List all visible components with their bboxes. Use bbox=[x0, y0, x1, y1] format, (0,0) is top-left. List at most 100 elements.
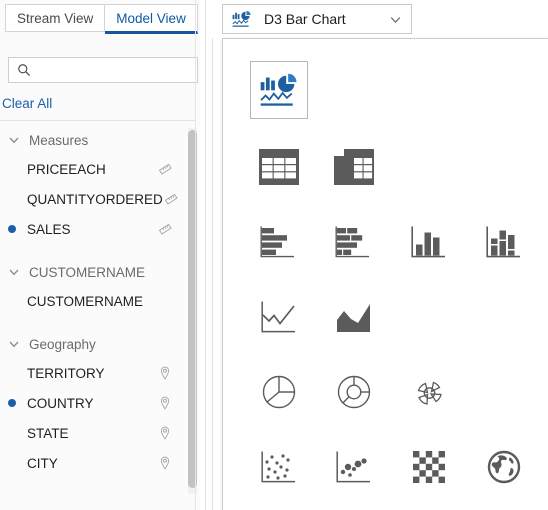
stacked-horizontal-bar-chart-icon bbox=[335, 226, 369, 258]
clear-all-link[interactable]: Clear All bbox=[2, 96, 52, 111]
chart-option-exploded-pie-chart[interactable] bbox=[391, 359, 466, 425]
icon-grid-empty-cell bbox=[466, 284, 541, 350]
field-item-territory[interactable]: TERRITORY bbox=[0, 358, 195, 388]
group-header-geography[interactable]: Geography bbox=[0, 330, 195, 358]
chart-option-line-chart[interactable] bbox=[241, 284, 316, 350]
pivot-table-icon bbox=[333, 149, 374, 185]
chart-option-globe-map[interactable] bbox=[466, 434, 541, 500]
icon-grid-empty-cell bbox=[391, 284, 466, 350]
icon-grid-empty-cell bbox=[466, 359, 541, 425]
map-pin-icon bbox=[160, 396, 170, 410]
left-sidebar: Stream View Model View Clear All Measure… bbox=[0, 0, 200, 510]
chevron-down-icon bbox=[9, 269, 19, 276]
field-tree: Measures PRICEEACH QUANTITYORDERED SALES… bbox=[0, 126, 195, 510]
content-left-border bbox=[205, 0, 206, 510]
icon-grid-row bbox=[241, 359, 541, 434]
field-label: CUSTOMERNAME bbox=[27, 293, 144, 309]
icon-grid-row bbox=[241, 434, 541, 509]
line-chart-icon bbox=[260, 301, 295, 333]
field-label: STATE bbox=[27, 425, 69, 441]
chart-option-stacked-vertical-bar-chart[interactable] bbox=[466, 209, 541, 275]
chart-option-scatter-plot[interactable] bbox=[241, 434, 316, 500]
vertical-bar-chart-icon bbox=[410, 226, 445, 258]
search-input[interactable] bbox=[37, 61, 187, 79]
selection-dot bbox=[8, 297, 16, 305]
chart-option-bubble-chart[interactable] bbox=[316, 434, 391, 500]
icon-grid-row bbox=[241, 284, 541, 359]
scatter-plot-icon bbox=[260, 451, 295, 483]
ruler-icon bbox=[158, 223, 172, 235]
chart-option-combo-chart[interactable] bbox=[250, 61, 308, 119]
tab-stream-view[interactable]: Stream View bbox=[5, 4, 106, 32]
globe-map-icon bbox=[487, 450, 520, 484]
group-header-measures[interactable]: Measures bbox=[0, 126, 195, 154]
icon-grid-empty-cell bbox=[383, 59, 458, 125]
chart-option-table[interactable] bbox=[241, 134, 316, 200]
field-item-city[interactable]: CITY bbox=[0, 448, 195, 478]
chart-option-pivot-table[interactable] bbox=[316, 134, 391, 200]
donut-chart-icon bbox=[337, 375, 370, 409]
field-label: PRICEEACH bbox=[27, 161, 106, 177]
chart-type-dropdown-panel bbox=[222, 38, 548, 510]
map-pin-icon bbox=[160, 426, 170, 440]
selection-dot bbox=[8, 429, 16, 437]
area-chart-icon bbox=[336, 304, 370, 332]
sidebar-right-border bbox=[195, 0, 196, 510]
field-item-state[interactable]: STATE bbox=[0, 418, 195, 448]
icon-grid-empty-cell bbox=[458, 59, 533, 125]
selection-dot bbox=[8, 165, 16, 173]
chart-option-vertical-bar-chart[interactable] bbox=[391, 209, 466, 275]
icon-grid-empty-cell bbox=[466, 134, 541, 200]
chart-option-horizontal-bar-chart[interactable] bbox=[241, 209, 316, 275]
field-item-priceeach[interactable]: PRICEEACH bbox=[0, 154, 195, 184]
bubble-chart-icon bbox=[335, 451, 370, 483]
icon-grid-row bbox=[241, 59, 541, 134]
group-header-customername[interactable]: CUSTOMERNAME bbox=[0, 258, 195, 286]
chart-option-donut-chart[interactable] bbox=[316, 359, 391, 425]
chart-option-pie-chart[interactable] bbox=[241, 359, 316, 425]
ruler-icon bbox=[158, 163, 172, 175]
chart-option-stacked-horizontal-bar-chart[interactable] bbox=[316, 209, 391, 275]
map-pin-icon bbox=[160, 366, 170, 380]
selection-dot bbox=[8, 459, 16, 467]
chart-type-select[interactable]: D3 Bar Chart bbox=[222, 4, 412, 34]
horizontal-bar-chart-icon bbox=[260, 226, 294, 258]
map-pin-icon bbox=[160, 456, 170, 470]
group-label-geography: Geography bbox=[29, 336, 96, 352]
field-item-quantityordered[interactable]: QUANTITYORDERED bbox=[0, 184, 195, 214]
panel-left-edge bbox=[212, 38, 213, 510]
chart-option-area-chart[interactable] bbox=[316, 284, 391, 350]
icon-grid-empty-cell bbox=[391, 134, 466, 200]
chart-option-heatmap[interactable] bbox=[391, 434, 466, 500]
table-icon bbox=[258, 149, 299, 185]
selection-dot bbox=[8, 225, 16, 233]
field-item-sales[interactable]: SALES bbox=[0, 214, 195, 244]
icon-grid-row bbox=[241, 209, 541, 284]
icon-grid-empty-cell bbox=[308, 59, 383, 125]
field-label: COUNTRY bbox=[27, 395, 94, 411]
chart-type-icon-grid bbox=[241, 59, 541, 509]
search-box[interactable] bbox=[8, 57, 198, 83]
tab-model-view-label: Model View bbox=[116, 10, 186, 26]
combo-chart-icon bbox=[232, 10, 251, 27]
pie-chart-icon bbox=[262, 375, 295, 409]
view-tabs: Stream View Model View bbox=[5, 4, 198, 34]
field-label: CITY bbox=[27, 455, 58, 471]
field-label: QUANTITYORDERED bbox=[27, 191, 163, 207]
chevron-down-icon bbox=[9, 341, 19, 348]
field-item-country[interactable]: COUNTRY bbox=[0, 388, 195, 418]
tab-stream-view-label: Stream View bbox=[17, 10, 94, 26]
chevron-down-icon bbox=[9, 137, 19, 144]
selection-dot bbox=[8, 399, 16, 407]
tab-model-view[interactable]: Model View bbox=[105, 4, 198, 34]
app-root: Stream View Model View Clear All Measure… bbox=[0, 0, 548, 510]
combo-chart-icon bbox=[260, 73, 297, 106]
field-item-customername[interactable]: CUSTOMERNAME bbox=[0, 286, 195, 316]
heatmap-icon bbox=[412, 451, 445, 483]
chevron-down-icon bbox=[390, 16, 401, 23]
field-label: SALES bbox=[27, 221, 71, 237]
group-label-customername: CUSTOMERNAME bbox=[29, 264, 146, 280]
field-label: TERRITORY bbox=[27, 365, 105, 381]
